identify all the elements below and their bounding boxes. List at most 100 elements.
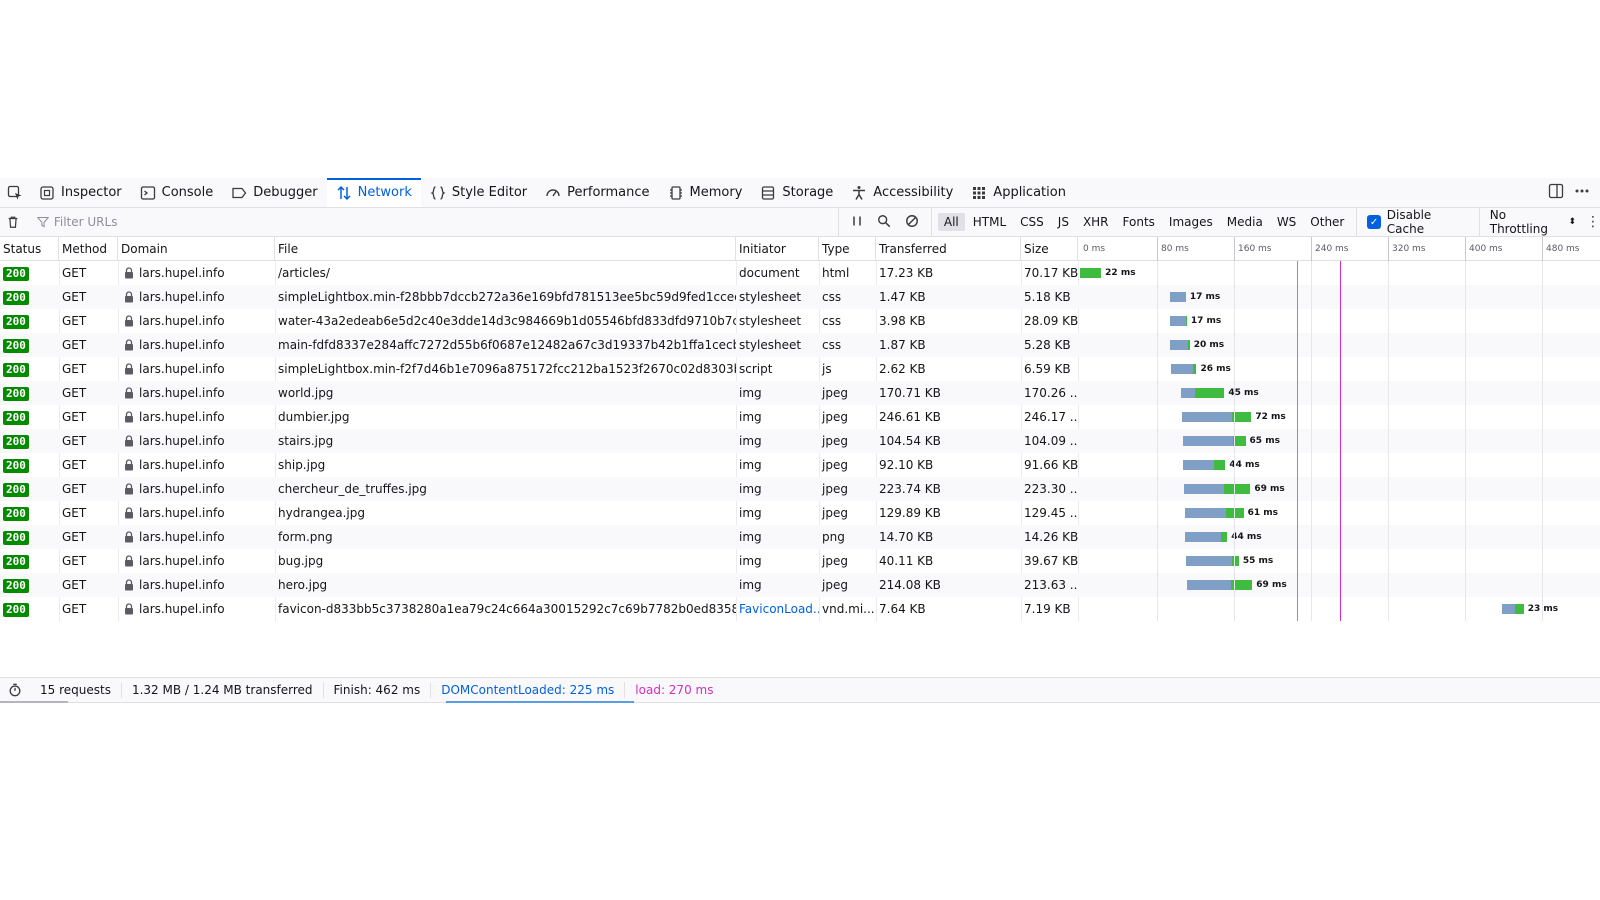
throttling-value: No Throttling bbox=[1489, 208, 1548, 236]
transferred-cell-text: 223.74 KB bbox=[879, 482, 941, 496]
file-cell-text: stairs.jpg bbox=[278, 434, 334, 448]
header-method[interactable]: Method bbox=[59, 237, 118, 261]
type-filter-media[interactable]: Media bbox=[1221, 213, 1269, 231]
status-cell: 200 bbox=[0, 309, 59, 333]
table-row[interactable]: 200 GET lars.hupel.info water-43a2edeab6e5d… bbox=[0, 309, 1600, 333]
initiator-cell: img bbox=[736, 525, 819, 549]
table-row[interactable]: 200 GET lars.hupel.info ship.jpg img jpeg 92.1… bbox=[0, 453, 1600, 477]
tab-accessibility[interactable]: Accessibility bbox=[842, 178, 962, 207]
file-cell: ship.jpg bbox=[275, 453, 736, 477]
type-cell-text: css bbox=[822, 314, 842, 328]
table-row[interactable]: 200 GET lars.hupel.info hydrangea.jpg img jpe… bbox=[0, 501, 1600, 525]
tab-memory[interactable]: Memory bbox=[659, 178, 752, 207]
timer-icon[interactable] bbox=[0, 683, 30, 697]
method-cell-text: GET bbox=[62, 386, 87, 400]
file-cell-text: main-fdfd8337e284affc7272d55b6f0687e1248… bbox=[278, 338, 736, 352]
initiator-cell-text: FaviconLoad... bbox=[739, 602, 819, 616]
throttling-select[interactable]: No Throttling ⬍ bbox=[1480, 208, 1586, 236]
waterfall-time-label: 69 ms bbox=[1256, 580, 1287, 590]
table-row[interactable]: 200 GET lars.hupel.info simpleLightbox.min-… bbox=[0, 357, 1600, 381]
table-row[interactable]: 200 GET lars.hupel.info dumbier.jpg img jpeg 2… bbox=[0, 405, 1600, 429]
initiator-cell-text: img bbox=[739, 554, 762, 568]
domain-cell: lars.hupel.info bbox=[118, 453, 275, 477]
block-icon[interactable] bbox=[905, 214, 919, 231]
type-cell-text: jpeg bbox=[822, 386, 848, 400]
tab-application[interactable]: Application bbox=[962, 178, 1075, 207]
transferred-cell: 1.87 KB bbox=[876, 333, 1021, 357]
status-badge: 200 bbox=[3, 363, 29, 377]
devtools-panel: Inspector Console Debugger Network Style Edi… bbox=[0, 178, 1600, 720]
waterfall-receive-bar bbox=[1515, 604, 1524, 614]
table-row[interactable]: 200 GET lars.hupel.info chercheur_de_truffe… bbox=[0, 477, 1600, 501]
type-filter-all[interactable]: All bbox=[937, 213, 965, 231]
table-row[interactable]: 200 GET lars.hupel.info bug.jpg img jpeg 40.11… bbox=[0, 549, 1600, 573]
type-filter-js[interactable]: JS bbox=[1052, 213, 1075, 231]
lock-icon bbox=[124, 383, 134, 399]
file-cell-text: form.png bbox=[278, 530, 333, 544]
disable-cache-toggle[interactable]: ✓ Disable Cache bbox=[1357, 208, 1480, 236]
dock-icon[interactable] bbox=[1548, 183, 1564, 202]
tab-console[interactable]: Console bbox=[131, 178, 223, 207]
tab-inspector[interactable]: Inspector bbox=[30, 178, 131, 207]
waterfall-time-label: 26 ms bbox=[1200, 364, 1231, 374]
tab-network[interactable]: Network bbox=[326, 178, 422, 207]
header-size[interactable]: Size bbox=[1021, 237, 1078, 261]
domain-text: lars.hupel.info bbox=[139, 554, 225, 568]
table-row[interactable]: 200 GET lars.hupel.info form.png img png 14.70… bbox=[0, 525, 1600, 549]
status-badge: 200 bbox=[3, 483, 29, 497]
initiator-cell: img bbox=[736, 381, 819, 405]
table-row[interactable]: 200 GET lars.hupel.info main-fdfd8337e284af… bbox=[0, 333, 1600, 357]
status-badge: 200 bbox=[3, 267, 29, 281]
table-row[interactable]: 200 GET lars.hupel.info hero.jpg img jpeg 214.… bbox=[0, 573, 1600, 597]
checkbox-checked-icon[interactable]: ✓ bbox=[1367, 215, 1381, 229]
tab-style-editor[interactable]: Style Editor bbox=[421, 178, 536, 207]
element-picker-button[interactable] bbox=[0, 178, 30, 207]
tab-performance[interactable]: Performance bbox=[536, 178, 658, 207]
waterfall-time-label: 55 ms bbox=[1242, 556, 1274, 566]
table-row[interactable]: 200 GET lars.hupel.info stairs.jpg img jpeg 10… bbox=[0, 429, 1600, 453]
header-type[interactable]: Type bbox=[819, 237, 876, 261]
style-editor-icon bbox=[430, 185, 446, 201]
header-domain[interactable]: Domain bbox=[118, 237, 275, 261]
size-cell: 6.59 KB bbox=[1021, 357, 1078, 381]
more-options-icon[interactable] bbox=[1574, 183, 1590, 202]
header-status[interactable]: Status bbox=[0, 237, 59, 261]
transferred-cell: 92.10 KB bbox=[876, 453, 1021, 477]
type-filter-images[interactable]: Images bbox=[1163, 213, 1219, 231]
type-filter-xhr[interactable]: XHR bbox=[1077, 213, 1115, 231]
waterfall-gridline bbox=[1465, 261, 1466, 621]
tab-label: Inspector bbox=[61, 185, 122, 200]
type-filter-fonts[interactable]: Fonts bbox=[1117, 213, 1161, 231]
clear-button[interactable] bbox=[0, 215, 27, 229]
initiator-cell-text: img bbox=[739, 578, 762, 592]
type-filter-html[interactable]: HTML bbox=[967, 213, 1012, 231]
tab-storage[interactable]: Storage bbox=[751, 178, 842, 207]
header-transferred[interactable]: Transferred bbox=[876, 237, 1021, 261]
filter-urls-input[interactable] bbox=[53, 215, 814, 229]
header-file[interactable]: File bbox=[275, 237, 736, 261]
table-row[interactable]: 200 GET lars.hupel.info favicon-d833bb5c373… bbox=[0, 597, 1600, 621]
tab-debugger[interactable]: Debugger bbox=[222, 178, 326, 207]
table-row[interactable]: 200 GET lars.hupel.info simpleLightbox.min-… bbox=[0, 285, 1600, 309]
size-cell-text: 28.09 KB bbox=[1024, 314, 1078, 328]
type-filter-other[interactable]: Other bbox=[1304, 213, 1350, 231]
table-row[interactable]: 200 GET lars.hupel.info world.jpg img jpeg 170… bbox=[0, 381, 1600, 405]
type-filter-ws[interactable]: WS bbox=[1271, 213, 1302, 231]
table-row[interactable]: 200 GET lars.hupel.info/articles/document h… bbox=[0, 261, 1600, 285]
waterfall-wait-bar bbox=[1185, 556, 1233, 566]
file-cell-text: bug.jpg bbox=[278, 554, 324, 568]
domain-cell: lars.hupel.info bbox=[118, 477, 275, 501]
initiator-cell: FaviconLoad... bbox=[736, 597, 819, 621]
overflow-icon[interactable]: ⋮ bbox=[1586, 214, 1600, 230]
status-badge: 200 bbox=[3, 579, 29, 593]
transferred-cell-text: 40.11 KB bbox=[879, 554, 934, 568]
file-cell: water-43a2edeab6e5d2c40e3dde14d3c984669b… bbox=[275, 309, 736, 333]
header-initiator[interactable]: Initiator bbox=[736, 237, 819, 261]
search-icon[interactable] bbox=[877, 214, 891, 231]
type-filter-css[interactable]: CSS bbox=[1014, 213, 1050, 231]
file-cell-text: world.jpg bbox=[278, 386, 334, 400]
domain-text: lars.hupel.info bbox=[139, 314, 225, 328]
initiator-cell-text: document bbox=[739, 266, 800, 280]
table-header: Status Method Domain File Initiator Type Trans… bbox=[0, 237, 1600, 261]
pause-icon[interactable] bbox=[851, 215, 863, 230]
